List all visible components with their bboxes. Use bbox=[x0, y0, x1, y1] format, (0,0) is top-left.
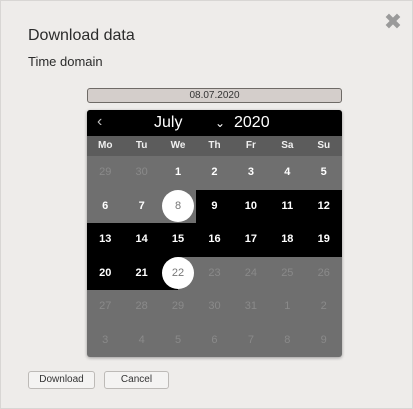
download-button[interactable]: Download bbox=[28, 371, 95, 389]
range-start-label: 8 bbox=[174, 199, 182, 212]
calendar-day[interactable]: 29 bbox=[160, 290, 196, 324]
calendar-day[interactable]: 23 bbox=[196, 257, 232, 291]
weekday-label: Th bbox=[208, 140, 221, 151]
calendar-day[interactable]: 19 bbox=[306, 223, 342, 257]
weekday-label: Mo bbox=[97, 140, 113, 151]
range-end-label: 22 bbox=[171, 266, 185, 279]
download-dialog: ✖ Download data Time domain 08.07.2020 ‹… bbox=[0, 0, 413, 409]
calendar-week: 13 14 15 16 17 18 19 bbox=[87, 223, 342, 257]
calendar-day[interactable]: 24 bbox=[233, 257, 269, 291]
weekday-row: Mo Tu We Th Fr Sa Su bbox=[87, 136, 342, 156]
calendar-day[interactable]: 29 bbox=[87, 156, 123, 190]
calendar-week: 6 7 8 9 10 11 12 bbox=[87, 189, 342, 224]
calendar-day[interactable]: 7 bbox=[233, 324, 269, 358]
range-start-day[interactable]: 8 bbox=[160, 190, 196, 224]
calendar-day[interactable]: 9 bbox=[306, 324, 342, 358]
calendar-day[interactable]: 31 bbox=[233, 290, 269, 324]
weekday-label: Tu bbox=[135, 140, 148, 151]
calendar-day[interactable]: 6 bbox=[87, 190, 123, 224]
calendar-day[interactable]: 11 bbox=[269, 190, 305, 224]
weekday-label: We bbox=[170, 140, 186, 151]
calendar-grid: 29 30 1 2 3 4 5 6 7 8 9 10 11 12 13 14 1… bbox=[87, 156, 342, 357]
calendar-day[interactable]: 30 bbox=[196, 290, 232, 324]
calendar-header: ‹ July ⌄ 2020 bbox=[87, 110, 342, 136]
weekday-label: Sa bbox=[281, 140, 294, 151]
calendar-week: 27 28 29 30 31 1 2 bbox=[87, 290, 342, 324]
calendar-day[interactable]: 17 bbox=[233, 223, 269, 257]
calendar-week: 3 4 5 6 7 8 9 bbox=[87, 324, 342, 358]
calendar-day[interactable]: 20 bbox=[87, 257, 123, 291]
calendar-day[interactable]: 9 bbox=[196, 190, 232, 224]
calendar-day[interactable]: 5 bbox=[306, 156, 342, 190]
calendar-day[interactable]: 1 bbox=[160, 156, 196, 190]
calendar-day[interactable]: 25 bbox=[269, 257, 305, 291]
calendar-day[interactable]: 4 bbox=[269, 156, 305, 190]
cancel-button[interactable]: Cancel bbox=[104, 371, 169, 389]
year-label[interactable]: 2020 bbox=[234, 114, 270, 132]
calendar-day[interactable]: 16 bbox=[196, 223, 232, 257]
section-label: Time domain bbox=[28, 54, 103, 69]
date-range-input[interactable]: 08.07.2020 bbox=[87, 88, 342, 103]
dialog-title: Download data bbox=[28, 27, 135, 44]
calendar-day[interactable]: 2 bbox=[306, 290, 342, 324]
calendar-day[interactable]: 27 bbox=[87, 290, 123, 324]
chevron-down-icon[interactable]: ⌄ bbox=[215, 116, 225, 130]
calendar-day[interactable]: 4 bbox=[123, 324, 159, 358]
calendar-day[interactable]: 10 bbox=[233, 190, 269, 224]
calendar-day[interactable]: 7 bbox=[123, 190, 159, 224]
calendar-day[interactable]: 15 bbox=[160, 223, 196, 257]
calendar-day[interactable]: 3 bbox=[233, 156, 269, 190]
calendar-day[interactable]: 30 bbox=[123, 156, 159, 190]
calendar-day[interactable]: 21 bbox=[123, 257, 159, 291]
calendar-week: 29 30 1 2 3 4 5 bbox=[87, 156, 342, 190]
calendar-day[interactable]: 18 bbox=[269, 223, 305, 257]
calendar-day[interactable]: 5 bbox=[160, 324, 196, 358]
calendar-day[interactable]: 12 bbox=[306, 190, 342, 224]
calendar-day[interactable]: 3 bbox=[87, 324, 123, 358]
calendar-day[interactable]: 1 bbox=[269, 290, 305, 324]
calendar-day[interactable]: 14 bbox=[123, 223, 159, 257]
calendar-day[interactable]: 28 bbox=[123, 290, 159, 324]
chevron-left-icon[interactable]: ‹ bbox=[97, 113, 102, 131]
range-end-day[interactable]: 22 bbox=[160, 257, 196, 291]
close-icon[interactable]: ✖ bbox=[382, 11, 404, 33]
calendar-day[interactable]: 13 bbox=[87, 223, 123, 257]
calendar-week: 20 21 22 23 24 25 26 bbox=[87, 256, 342, 291]
calendar-day[interactable]: 8 bbox=[269, 324, 305, 358]
weekday-label: Fr bbox=[245, 140, 256, 151]
month-select[interactable]: July bbox=[154, 114, 182, 132]
calendar-day[interactable]: 26 bbox=[306, 257, 342, 291]
weekday-label: Su bbox=[317, 140, 331, 151]
calendar-day[interactable]: 2 bbox=[196, 156, 232, 190]
calendar-day[interactable]: 6 bbox=[196, 324, 232, 358]
date-picker: ‹ July ⌄ 2020 Mo Tu We Th Fr Sa Su 29 30… bbox=[87, 110, 342, 357]
